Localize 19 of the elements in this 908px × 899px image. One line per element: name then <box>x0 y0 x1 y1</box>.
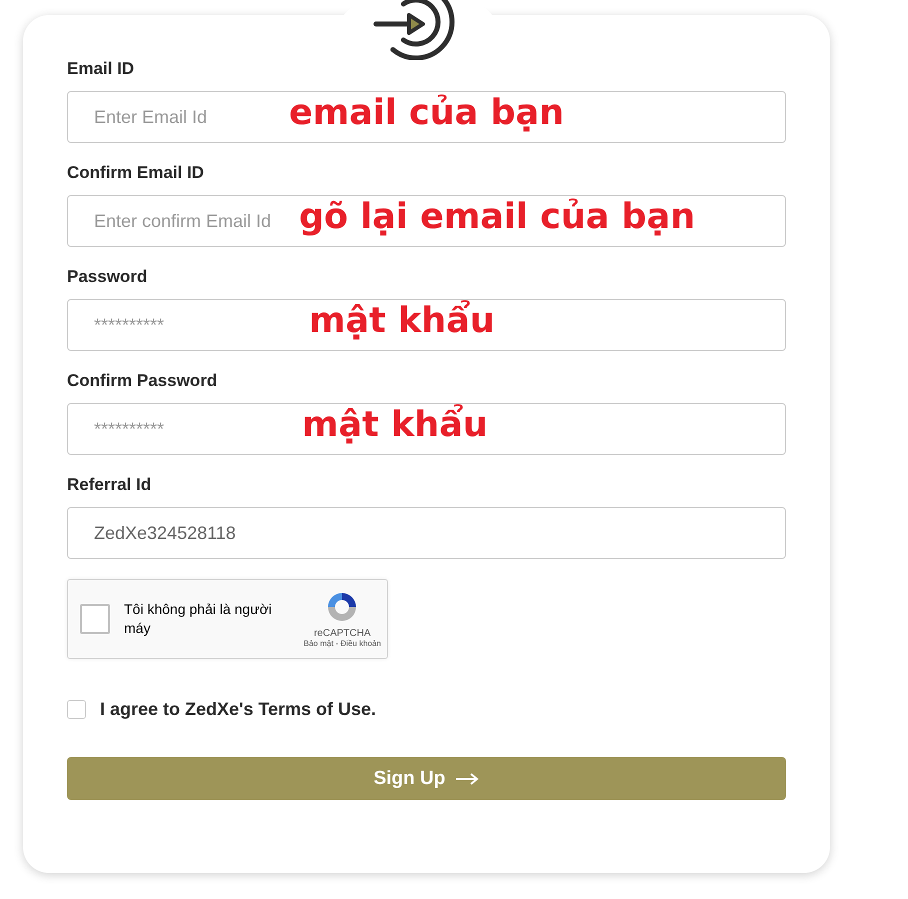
annotation-text: mật khẩu <box>302 405 488 445</box>
field-label: Confirm Password <box>67 371 218 392</box>
captcha-checkbox[interactable] <box>80 604 110 634</box>
field-label: Referral Id <box>67 475 152 496</box>
captcha-label: Tôi không phải là người máy <box>124 600 273 638</box>
terms-label: I agree to ZedXe's Terms of Use. <box>100 699 376 720</box>
annotation-text: email của bạn <box>289 93 564 133</box>
input-field[interactable]: ZedXe324528118 <box>67 507 786 559</box>
sign-up-button[interactable]: Sign Up <box>67 757 786 800</box>
field-label: Email ID <box>67 59 136 80</box>
annotation-text: gõ lại email của bạn <box>299 197 696 237</box>
terms-checkbox[interactable] <box>67 700 86 719</box>
captcha-brand: reCAPTCHA <box>314 628 371 639</box>
annotation-text: mật khẩu <box>309 301 495 341</box>
field-label: Password <box>67 267 148 288</box>
captcha-links[interactable]: Bảo mật - Điều khoản <box>304 639 381 648</box>
login-arrow-icon <box>372 0 456 60</box>
arrow-right-icon <box>455 772 480 784</box>
field-label: Confirm Email ID <box>67 163 205 184</box>
